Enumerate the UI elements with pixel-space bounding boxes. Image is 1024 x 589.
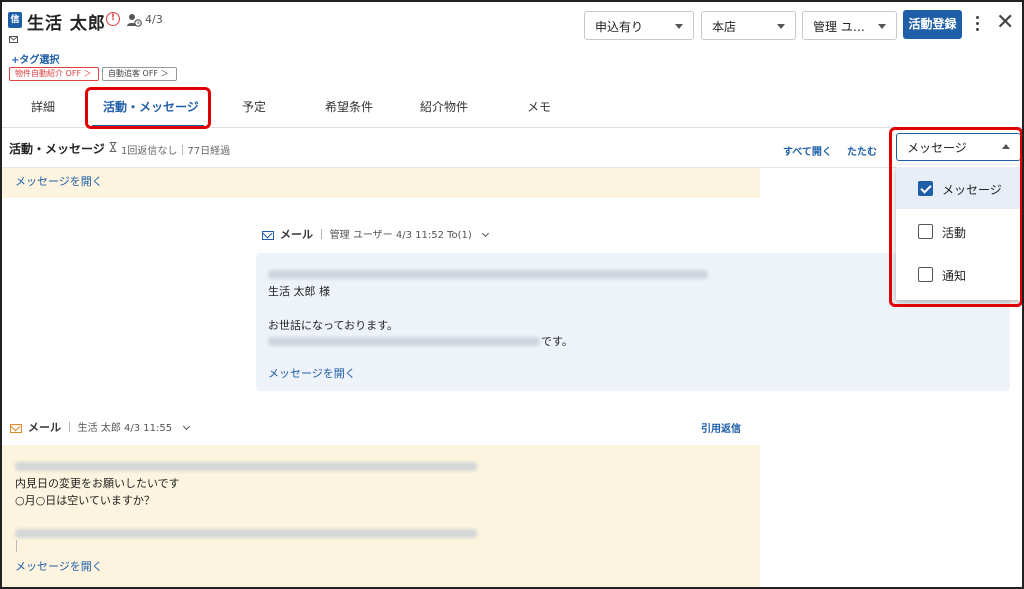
mail-icon — [9, 36, 18, 43]
screen-frame: 信 生活 太郎 ! 4/3 +タグ選択 物件自動紹介 OFF ＞ 自動追客 OF… — [0, 0, 1024, 589]
chevron-down-icon — [675, 24, 683, 29]
mail-meta: ｜ 生活 太郎 4/3 11:55 — [64, 423, 173, 434]
register-activity-button[interactable]: 活動登録 — [903, 10, 962, 39]
quote-reply-link[interactable]: 引用返信 — [701, 420, 741, 435]
message-line: です。 — [541, 335, 573, 348]
more-menu-icon[interactable] — [972, 14, 982, 36]
tag-select-link[interactable]: +タグ選択 — [11, 51, 59, 66]
person-clock-icon — [127, 14, 142, 27]
close-icon[interactable]: ✕ — [996, 12, 1014, 34]
redacted-text — [268, 337, 540, 346]
tab-schedule[interactable]: 予定 — [242, 98, 266, 115]
tab-memo[interactable]: メモ — [527, 98, 551, 115]
tab-details[interactable]: 詳細 — [31, 98, 55, 115]
message-card-previous — [2, 168, 760, 198]
person-date: 4/3 — [145, 13, 163, 26]
application-status-select[interactable]: 申込有り — [584, 11, 694, 40]
redacted-text — [268, 270, 708, 279]
open-message-link[interactable]: メッセージを開く — [268, 365, 356, 381]
open-all-link[interactable]: すべて開く — [783, 143, 832, 158]
document-icon: 信 — [8, 12, 22, 28]
message-line: お世話になっております。 — [268, 319, 399, 332]
open-message-link[interactable]: メッセージを開く — [15, 558, 103, 574]
annotation-highlight-dropdown — [889, 127, 1022, 307]
redacted-text — [15, 462, 477, 471]
alert-icon[interactable]: ! — [106, 12, 120, 26]
mail-icon — [262, 230, 274, 240]
quote-bar — [16, 540, 17, 552]
customer-name: 生活 太郎 — [27, 14, 106, 34]
mail-label: メール — [280, 228, 313, 241]
auto-follow-chip[interactable]: 自動追客 OFF ＞ — [102, 67, 177, 81]
hourglass-icon — [109, 142, 117, 152]
open-message-link[interactable]: メッセージを開く — [15, 173, 103, 189]
mail-label: メール — [28, 421, 61, 434]
message-line: 生活 太郎 様 — [268, 285, 330, 298]
section-title: 活動・メッセージ — [9, 142, 105, 156]
user-select[interactable]: 管理 ユ… — [802, 11, 897, 40]
chevron-down-icon[interactable] — [482, 229, 490, 238]
mail-meta: ｜ 管理 ユーザー 4/3 11:52 To(1) — [316, 230, 472, 241]
mail-header-incoming: メール ｜ 生活 太郎 4/3 11:55 — [10, 419, 190, 435]
store-select[interactable]: 本店 — [701, 11, 796, 40]
mail-icon — [10, 423, 22, 433]
application-status-value: 申込有り — [595, 20, 644, 34]
chevron-down-icon[interactable] — [182, 422, 190, 431]
redacted-text — [15, 529, 477, 538]
annotation-highlight-tab — [85, 87, 211, 129]
chevron-down-icon — [878, 24, 886, 29]
tab-introduced-properties[interactable]: 紹介物件 — [420, 98, 468, 115]
message-line: ○月○日は空いていますか？ — [15, 494, 155, 507]
chevron-down-icon — [777, 24, 785, 29]
store-value: 本店 — [712, 20, 737, 34]
user-value: 管理 ユ… — [813, 20, 865, 34]
reply-status-meta: 1回返信なし｜77日経過 — [121, 146, 231, 157]
auto-intro-chip[interactable]: 物件自動紹介 OFF ＞ — [9, 67, 99, 81]
message-line: 内見日の変更をお願いしたいです — [15, 477, 180, 490]
collapse-link[interactable]: たたむ — [847, 143, 877, 158]
tab-preferences[interactable]: 希望条件 — [325, 98, 373, 115]
mail-header-outgoing: メール ｜ 管理 ユーザー 4/3 11:52 To(1) — [262, 226, 490, 242]
